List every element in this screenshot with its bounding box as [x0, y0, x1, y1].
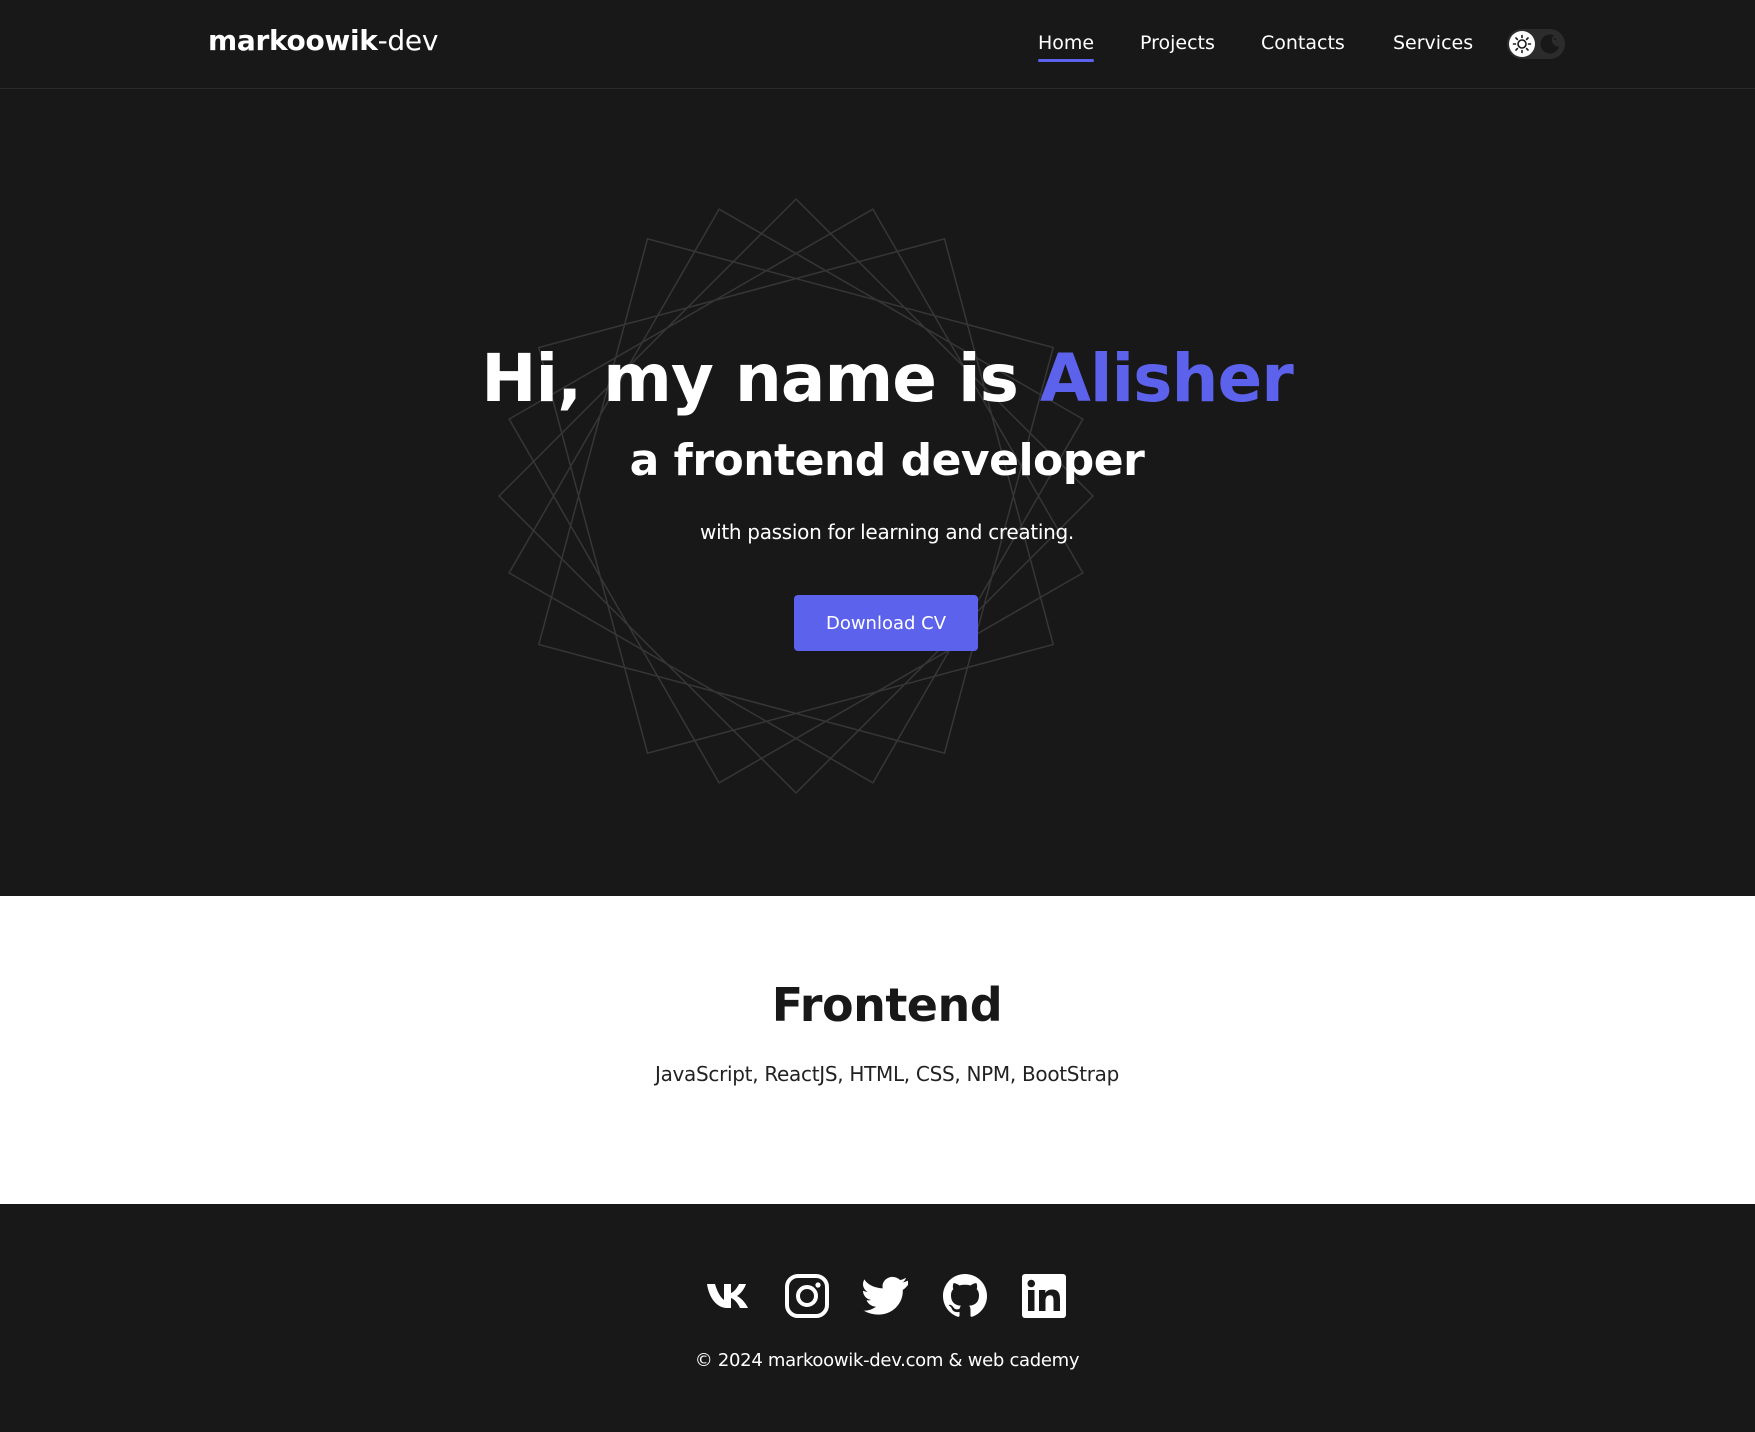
nav-item-contacts[interactable]: Contacts	[1261, 32, 1345, 54]
logo-main-text: markoowik	[208, 24, 378, 57]
moon-icon	[1538, 32, 1562, 56]
nav-item-projects[interactable]: Projects	[1140, 32, 1215, 54]
nav-item-home[interactable]: Home	[1038, 32, 1095, 62]
copyright-text: © 2024 markoowik-dev.com & web cademy	[694, 1350, 1080, 1371]
hero-subtitle: a frontend developer	[629, 435, 1145, 486]
site-footer: © 2024 markoowik-dev.com & web cademy	[0, 1204, 1755, 1432]
social-links	[703, 1272, 1073, 1320]
hero-text: with passion for learning and creating.	[700, 520, 1074, 544]
decorative-squares	[497, 197, 1095, 795]
theme-toggle[interactable]	[1507, 29, 1565, 59]
twitter-icon[interactable]	[862, 1272, 910, 1320]
nav-item-services[interactable]: Services	[1393, 32, 1473, 54]
skills-section: Frontend JavaScript, ReactJS, HTML, CSS,…	[0, 896, 1755, 1204]
skills-list: JavaScript, ReactJS, HTML, CSS, NPM, Boo…	[654, 1062, 1120, 1086]
site-header: markoowik-dev Home Projects Contacts Ser…	[0, 0, 1755, 89]
sun-icon	[1509, 31, 1535, 57]
github-icon[interactable]	[941, 1272, 989, 1320]
hero-section: Hi, my name is Alisher a frontend develo…	[0, 90, 1755, 896]
logo[interactable]: markoowik-dev	[208, 24, 438, 57]
hero-title: Hi, my name is Alisher	[0, 340, 1755, 417]
vk-icon[interactable]	[705, 1272, 753, 1320]
linkedin-icon[interactable]	[1020, 1272, 1068, 1320]
skills-title: Frontend	[771, 978, 1003, 1032]
instagram-icon[interactable]	[783, 1272, 831, 1320]
hero-title-prefix: Hi, my name is	[481, 340, 1040, 417]
hero-title-name: Alisher	[1039, 340, 1294, 417]
download-cv-button[interactable]: Download CV	[794, 595, 978, 651]
logo-suffix-text: -dev	[377, 24, 439, 57]
